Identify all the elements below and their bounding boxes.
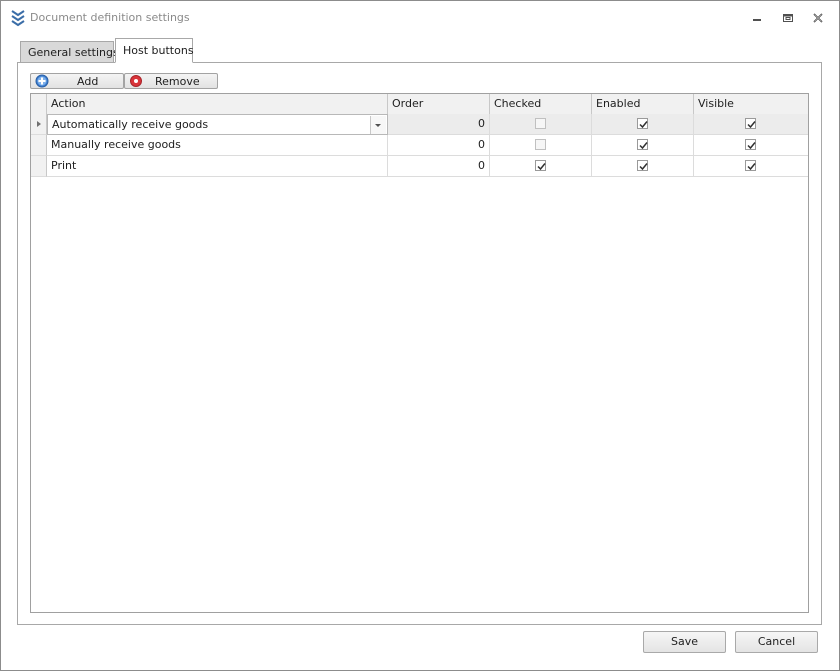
checked-checkbox[interactable] [535,160,546,171]
tab-host-buttons[interactable]: Host buttons [115,38,194,63]
row-indicator[interactable] [31,135,47,156]
column-header-action[interactable]: Action [47,94,388,114]
chevron-down-icon [375,124,381,127]
order-cell[interactable]: 0 [388,114,490,135]
checkmark-icon [747,142,756,150]
order-cell[interactable]: 0 [388,156,490,177]
restore-icon [783,14,793,22]
row-pointer-icon [37,121,41,127]
title-bar[interactable]: Document definition settings [1,1,839,35]
checkmark-icon [747,121,756,129]
checkmark-icon [639,121,648,129]
checkmark-icon [747,163,756,171]
save-button[interactable]: Save [643,631,726,653]
close-button[interactable] [808,9,828,27]
visible-checkbox[interactable] [745,118,756,129]
table-row[interactable]: Automatically receive goods 0 [31,114,808,135]
action-cell[interactable]: Manually receive goods [47,135,388,156]
dropdown-button[interactable] [370,116,386,134]
checked-checkbox[interactable] [535,118,546,129]
column-header-visible[interactable]: Visible [694,94,808,114]
minimize-icon [753,19,761,21]
visible-cell[interactable] [694,156,808,177]
close-icon [813,13,823,23]
add-button[interactable]: Add [30,73,124,89]
checked-cell[interactable] [490,114,592,135]
column-header-checked[interactable]: Checked [490,94,592,114]
visible-checkbox[interactable] [745,139,756,150]
enabled-checkbox[interactable] [637,160,648,171]
action-value: Automatically receive goods [52,118,209,131]
checkmark-icon [537,163,546,171]
minimize-button[interactable] [747,9,767,27]
visible-cell[interactable] [694,135,808,156]
table-row[interactable]: Print 0 [31,156,808,177]
dialog-window: Document definition settings General set… [0,0,840,671]
row-indicator[interactable] [31,156,47,177]
enabled-cell[interactable] [592,114,694,135]
visible-checkbox[interactable] [745,160,756,171]
remove-button-label: Remove [155,75,200,88]
enabled-cell[interactable] [592,135,694,156]
restore-button[interactable] [778,9,798,27]
column-header-enabled[interactable]: Enabled [592,94,694,114]
remove-button[interactable]: Remove [124,73,218,89]
column-header-order[interactable]: Order [388,94,490,114]
row-indicator[interactable] [31,114,47,135]
enabled-checkbox[interactable] [637,118,648,129]
enabled-checkbox[interactable] [637,139,648,150]
visible-cell[interactable] [694,114,808,135]
add-button-label: Add [77,75,99,88]
checked-cell[interactable] [490,156,592,177]
checkmark-icon [639,142,648,150]
host-buttons-grid[interactable]: Action Order Checked Enabled Visible Aut… [30,93,809,613]
checkmark-icon [639,163,648,171]
checked-cell[interactable] [490,135,592,156]
tab-general-settings[interactable]: General settings [20,41,119,62]
order-cell[interactable]: 0 [388,135,490,156]
window-title: Document definition settings [30,11,190,24]
cancel-button[interactable]: Cancel [735,631,818,653]
action-cell[interactable]: Print [47,156,388,177]
stacked-chevrons-icon [10,9,26,27]
header-corner [31,94,47,114]
action-dropdown[interactable]: Automatically receive goods [47,114,388,135]
table-row[interactable]: Manually receive goods 0 [31,135,808,156]
enabled-cell[interactable] [592,156,694,177]
checked-checkbox[interactable] [535,139,546,150]
grid-header: Action Order Checked Enabled Visible [31,94,808,115]
